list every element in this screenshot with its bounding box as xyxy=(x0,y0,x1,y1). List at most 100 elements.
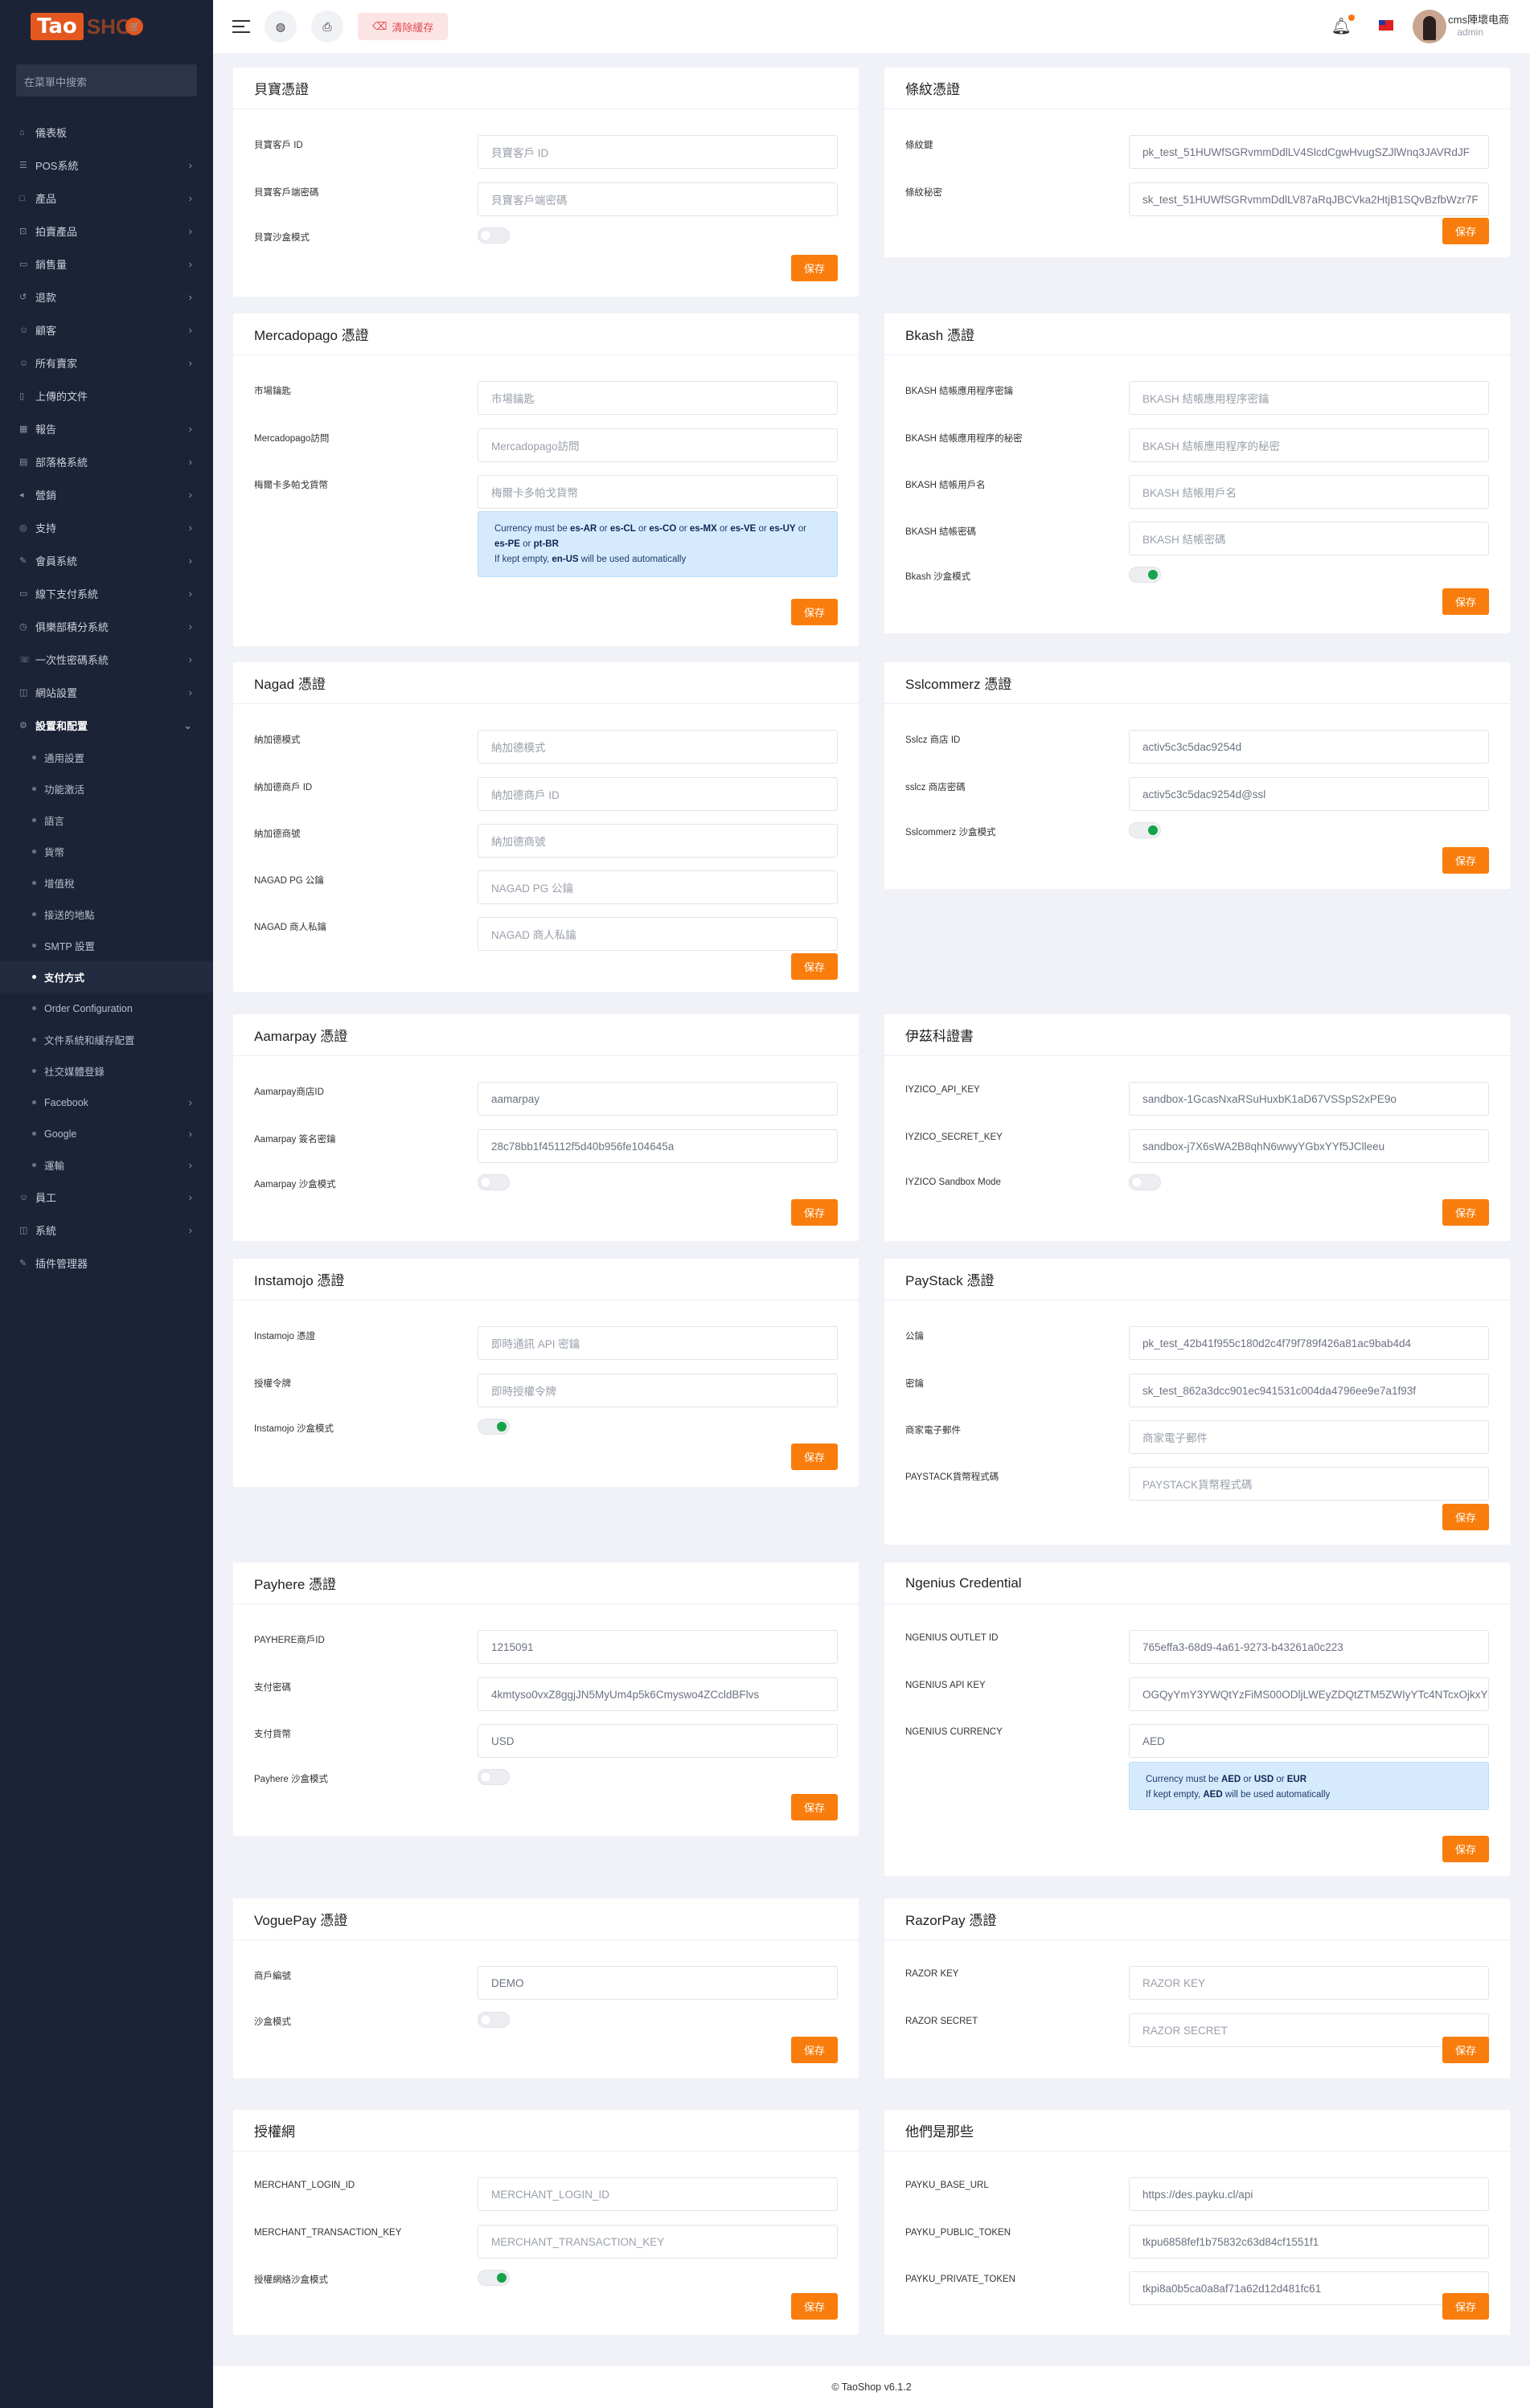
printer-icon[interactable]: ⎙ xyxy=(311,10,343,43)
sidebar-item[interactable]: ☰ POS系統 › xyxy=(0,149,213,182)
globe-icon[interactable]: ◍ xyxy=(265,10,297,43)
text-input-placeholder[interactable]: BKASH 結帳用戶名 xyxy=(1129,475,1489,509)
text-input[interactable]: pk_test_51HUWfSGRvmmDdlLV4SlcdCgwHvugSZJ… xyxy=(1129,135,1489,169)
sandbox-toggle[interactable] xyxy=(478,2012,510,2028)
sidebar-item[interactable]: ▭ 銷售量 › xyxy=(0,248,213,281)
sidebar-item[interactable]: ✎ 會員系統 › xyxy=(0,544,213,577)
sidebar-item[interactable]: □ 產品 › xyxy=(0,182,213,215)
text-input[interactable]: sandbox-1GcasNxaRSuHuxbK1aD67VSSpS2xPE9o xyxy=(1129,1082,1489,1116)
sidebar-item[interactable]: 社交媒體登錄 xyxy=(0,1055,213,1087)
sidebar-item[interactable]: ↺ 退款 › xyxy=(0,281,213,313)
sandbox-toggle[interactable] xyxy=(478,227,510,244)
text-input-placeholder[interactable]: 貝寶客戶 ID xyxy=(478,135,838,169)
sidebar-item[interactable]: 運輸 › xyxy=(0,1149,213,1181)
text-input[interactable]: aamarpay xyxy=(478,1082,838,1116)
save-button[interactable]: 保存 xyxy=(791,953,838,980)
text-input[interactable]: USD xyxy=(478,1724,838,1758)
text-input[interactable]: activ5c3c5dac9254d@ssl xyxy=(1129,777,1489,811)
sidebar-item[interactable]: ◫ 網站設置 › xyxy=(0,676,213,709)
text-input[interactable]: sk_test_51HUWfSGRvmmDdlLV87aRqJBCVka2Htj… xyxy=(1129,182,1489,216)
text-input-placeholder[interactable]: 商家電子郵件 xyxy=(1129,1420,1489,1454)
text-input-placeholder[interactable]: 納加德商戶 ID xyxy=(478,777,838,811)
text-input-placeholder[interactable]: RAZOR SECRET xyxy=(1129,2013,1489,2047)
save-button[interactable]: 保存 xyxy=(1442,2037,1489,2063)
save-button[interactable]: 保存 xyxy=(1442,1199,1489,1226)
brand-logo[interactable]: Tao SHO 🛒 xyxy=(0,0,213,53)
sidebar-item[interactable]: ☺ 所有賣家 › xyxy=(0,346,213,379)
text-input[interactable]: OGQyYmY3YWQtYzFiMS00ODljLWEyZDQtZTM5ZWIy… xyxy=(1129,1677,1489,1711)
sidebar-item[interactable]: SMTP 設置 xyxy=(0,930,213,961)
text-input-placeholder[interactable]: Mercadopago訪問 xyxy=(478,428,838,462)
text-input-placeholder[interactable]: NAGAD PG 公鑰 xyxy=(478,870,838,904)
save-button[interactable]: 保存 xyxy=(791,255,838,281)
avatar[interactable] xyxy=(1413,10,1446,43)
text-input[interactable]: sk_test_862a3dcc901ec941531c004da4796ee9… xyxy=(1129,1374,1489,1407)
text-input[interactable]: 4kmtyso0vxZ8ggjJN5MyUm4p5k6Cmyswo4ZCcldB… xyxy=(478,1677,838,1711)
sidebar-item[interactable]: 功能激活 xyxy=(0,773,213,805)
sandbox-toggle[interactable] xyxy=(1129,567,1161,583)
notification-bell-icon[interactable]: 🔔︎ xyxy=(1331,14,1355,36)
save-button[interactable]: 保存 xyxy=(1442,1504,1489,1530)
sidebar-item[interactable]: ✎ 插件管理器 xyxy=(0,1247,213,1280)
sandbox-toggle[interactable] xyxy=(478,1419,510,1435)
sidebar-item[interactable]: ▦ 報告 › xyxy=(0,412,213,445)
sidebar-item[interactable]: ◷ 俱樂部積分系統 › xyxy=(0,610,213,643)
sidebar-item[interactable]: 通用設置 xyxy=(0,742,213,773)
text-input-placeholder[interactable]: NAGAD 商人私鑰 xyxy=(478,917,838,951)
text-input[interactable]: DEMO xyxy=(478,1966,838,2000)
text-input-placeholder[interactable]: MERCHANT_LOGIN_ID xyxy=(478,2177,838,2211)
sidebar-item[interactable]: ⌂ 儀表板 xyxy=(0,116,213,149)
text-input-placeholder[interactable]: BKASH 結帳應用程序的秘密 xyxy=(1129,428,1489,462)
text-input-placeholder[interactable]: PAYSTACK貨幣程式碼 xyxy=(1129,1467,1489,1501)
language-flag-icon[interactable] xyxy=(1379,20,1393,31)
text-input-placeholder[interactable]: MERCHANT_TRANSACTION_KEY xyxy=(478,2225,838,2259)
text-input-placeholder[interactable]: BKASH 結帳密碼 xyxy=(1129,522,1489,555)
text-input-placeholder[interactable]: 貝寶客戶端密碼 xyxy=(478,182,838,216)
text-input[interactable]: 1215091 xyxy=(478,1630,838,1664)
text-input[interactable]: 765effa3-68d9-4a61-9273-b43261a0c223 xyxy=(1129,1630,1489,1664)
sidebar-item[interactable]: Order Configuration xyxy=(0,993,213,1024)
menu-search-input[interactable]: 在菜單中搜索 xyxy=(16,64,197,96)
sidebar-item[interactable]: 文件系統和緩存配置 xyxy=(0,1024,213,1055)
save-button[interactable]: 保存 xyxy=(791,1199,838,1226)
save-button[interactable]: 保存 xyxy=(1442,218,1489,244)
text-input[interactable]: 28c78bb1f45112f5d40b956fe104645a xyxy=(478,1129,838,1163)
sandbox-toggle[interactable] xyxy=(478,1769,510,1785)
sidebar-item[interactable]: ⊡ 拍賣產品 › xyxy=(0,215,213,248)
hamburger-menu-icon[interactable] xyxy=(232,20,250,33)
text-input-placeholder[interactable]: BKASH 結帳應用程序密鑰 xyxy=(1129,381,1489,415)
save-button[interactable]: 保存 xyxy=(791,2037,838,2063)
save-button[interactable]: 保存 xyxy=(1442,588,1489,615)
sidebar-item[interactable]: ◂ 營銷 › xyxy=(0,478,213,511)
sidebar-item[interactable]: ☏ 一次性密碼系統 › xyxy=(0,643,213,676)
save-button[interactable]: 保存 xyxy=(791,1794,838,1820)
sandbox-toggle[interactable] xyxy=(478,2270,510,2286)
sidebar-item[interactable]: Google › xyxy=(0,1118,213,1149)
save-button[interactable]: 保存 xyxy=(791,599,838,625)
sandbox-toggle[interactable] xyxy=(1129,1174,1161,1190)
save-button[interactable]: 保存 xyxy=(791,1444,838,1470)
sidebar-item[interactable]: ▭ 線下支付系統 › xyxy=(0,577,213,610)
text-input-placeholder[interactable]: 納加德模式 xyxy=(478,730,838,764)
sidebar-item[interactable]: 增值稅 xyxy=(0,867,213,899)
text-input[interactable]: pk_test_42b41f955c180d2c4f79f789f426a81a… xyxy=(1129,1326,1489,1360)
text-input-placeholder[interactable]: RAZOR KEY xyxy=(1129,1966,1489,2000)
text-input[interactable]: sandbox-j7X6sWA2B8qhN6wwyYGbxYYf5JClleeu xyxy=(1129,1129,1489,1163)
sidebar-item[interactable]: ◎ 支持 › xyxy=(0,511,213,544)
sidebar-item[interactable]: 語言 xyxy=(0,805,213,836)
save-button[interactable]: 保存 xyxy=(791,2293,838,2320)
text-input[interactable]: tkpu6858fef1b75832c63d84cf1551f1 xyxy=(1129,2225,1489,2259)
sidebar-item[interactable]: ▯ 上傳的文件 xyxy=(0,379,213,412)
sidebar-item[interactable]: ▤ 部落格系統 › xyxy=(0,445,213,478)
text-input-placeholder[interactable]: 市場鑰匙 xyxy=(478,381,838,415)
sidebar-item[interactable]: 貨幣 xyxy=(0,836,213,867)
text-input[interactable]: tkpi8a0b5ca0a8af71a62d12d481fc61 xyxy=(1129,2271,1489,2305)
clear-cache-button[interactable]: ⌫ 清除緩存 xyxy=(358,13,449,40)
sidebar-item[interactable]: 支付方式 xyxy=(0,961,213,993)
text-input-placeholder[interactable]: 梅爾卡多帕戈貨幣 xyxy=(478,475,838,509)
save-button[interactable]: 保存 xyxy=(1442,847,1489,874)
sandbox-toggle[interactable] xyxy=(478,1174,510,1190)
sandbox-toggle[interactable] xyxy=(1129,822,1161,838)
text-input[interactable]: AED xyxy=(1129,1724,1489,1758)
text-input-placeholder[interactable]: 納加德商號 xyxy=(478,824,838,858)
